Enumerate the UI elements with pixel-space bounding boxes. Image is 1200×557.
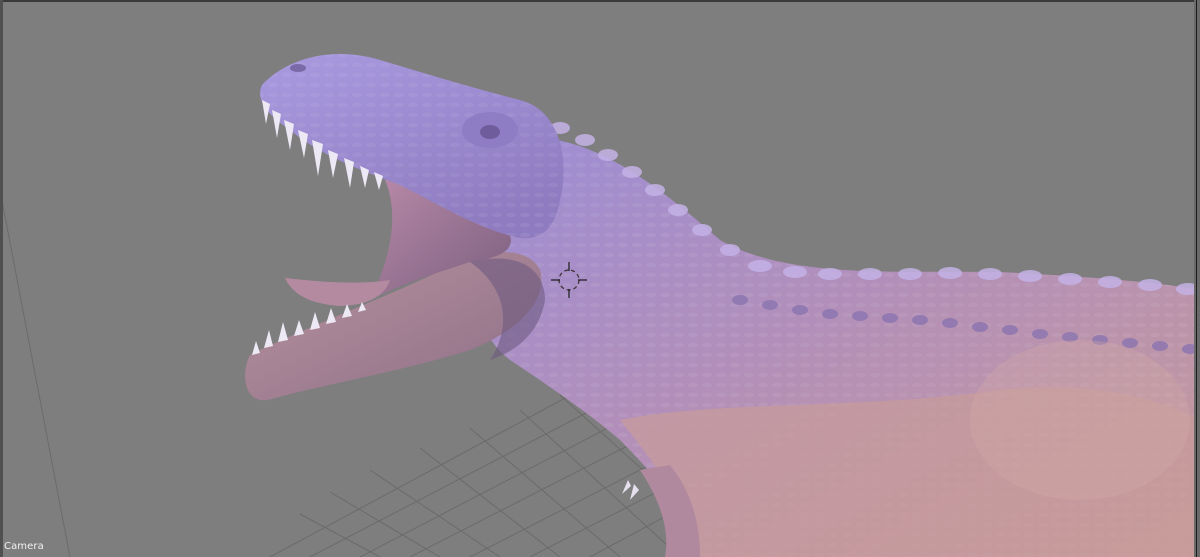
dinosaur-model[interactable] <box>245 54 1200 557</box>
viewport-right-edge[interactable] <box>1194 0 1200 557</box>
3d-viewport[interactable]: Camera <box>0 0 1200 557</box>
shoulder-highlight <box>970 340 1190 500</box>
viewport-left-border <box>0 0 3 557</box>
viewport-top-border <box>0 0 1200 2</box>
nostril <box>290 64 306 72</box>
camera-view-label: Camera <box>4 541 44 552</box>
viewport-right-divider <box>1196 0 1197 557</box>
claws <box>622 480 639 500</box>
eye <box>480 125 500 139</box>
viewport-canvas[interactable] <box>0 0 1200 557</box>
